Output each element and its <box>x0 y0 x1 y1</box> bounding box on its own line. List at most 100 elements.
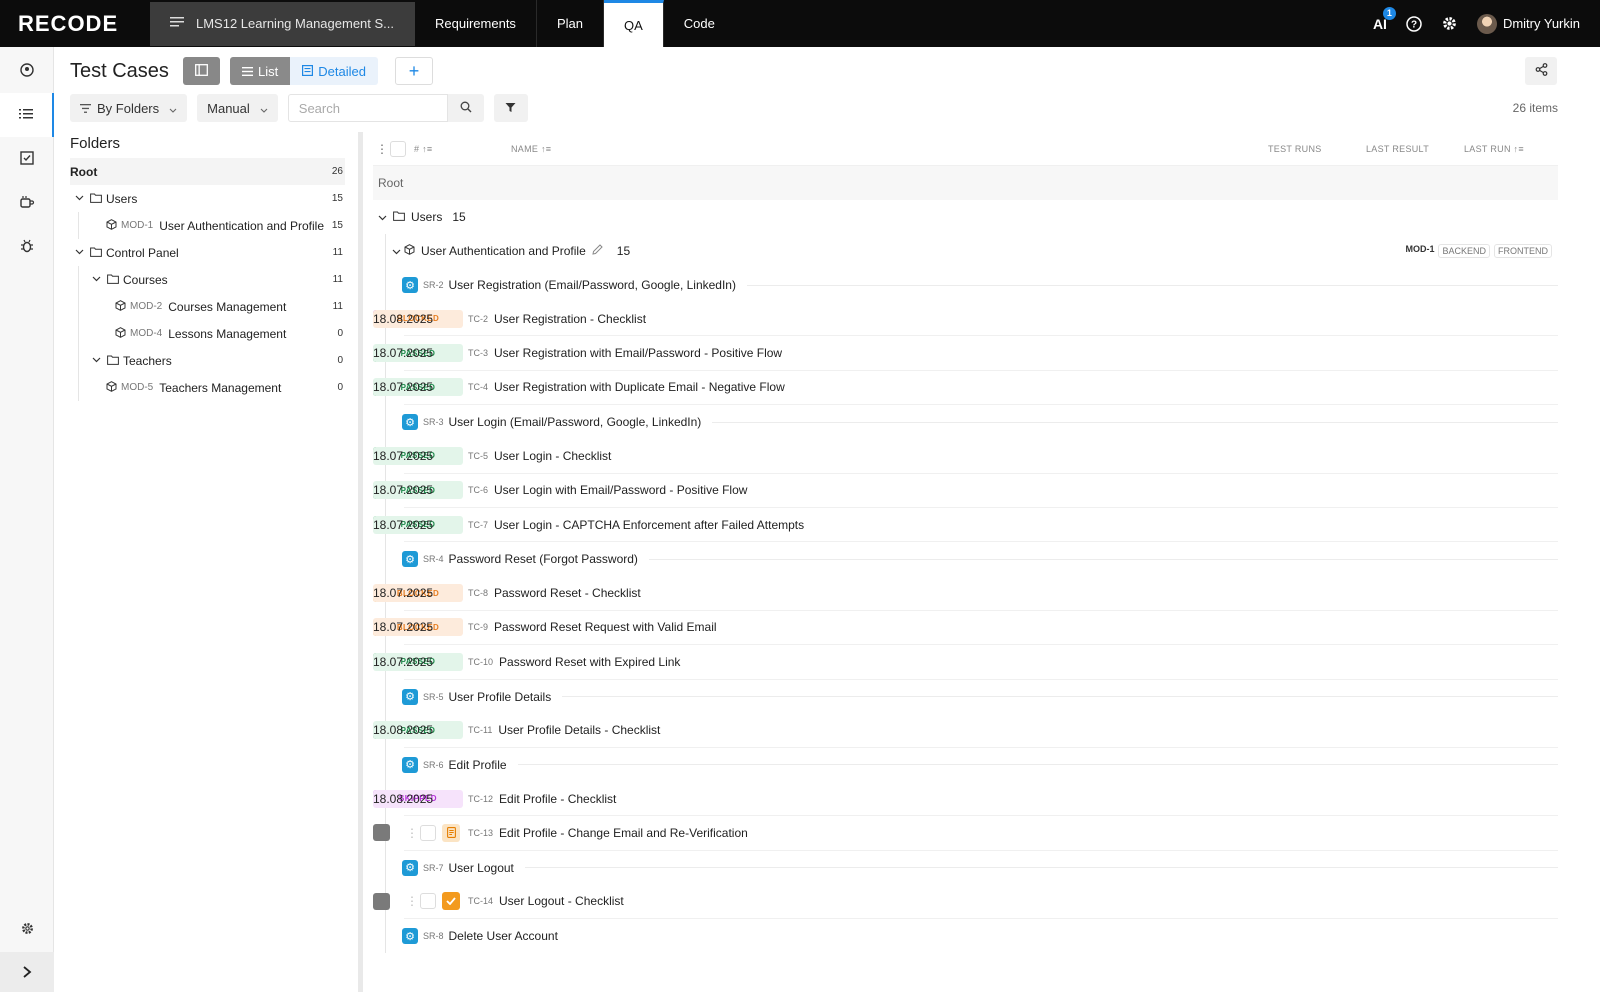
test-case-row[interactable]: ⋮TC-7User Login - CAPTCHA Enforcement af… <box>373 508 1558 543</box>
test-case-name[interactable]: User Login - CAPTCHA Enforcement after F… <box>494 518 804 532</box>
chevron-down-icon[interactable] <box>72 247 86 258</box>
requirement-row[interactable]: ⚙ SR-2 User Registration (Email/Password, … <box>386 268 1558 302</box>
folder-control-panel[interactable]: Control Panel 11 <box>70 239 345 266</box>
test-case-name[interactable]: Password Reset with Expired Link <box>499 655 680 669</box>
divider <box>712 421 1558 423</box>
chevron-down-icon[interactable] <box>89 274 103 285</box>
toggle-folders-panel-button[interactable] <box>183 57 220 85</box>
tab-qa[interactable]: QA <box>603 0 664 47</box>
panel-resize-handle[interactable] <box>358 132 363 992</box>
folder-mod-2[interactable]: MOD-2 Courses Management 11 <box>78 293 345 320</box>
requirement-title: User Profile Details <box>448 689 552 704</box>
requirement-row[interactable]: ⚙ SR-4 Password Reset (Forgot Password) <box>386 542 1558 576</box>
search-input[interactable] <box>287 94 448 122</box>
view-detailed-button[interactable]: Detailed <box>290 57 378 85</box>
column-header-name[interactable]: NAME ↑≡ <box>511 144 551 154</box>
app-logo[interactable]: RECODE <box>0 11 150 37</box>
column-header-number[interactable]: # ↑≡ <box>414 144 432 154</box>
test-case-row[interactable]: ⋮TC-2User Registration - ChecklistBLOCKE… <box>373 302 1558 337</box>
test-case-code: TC-4 <box>468 382 488 393</box>
add-test-case-button[interactable]: + <box>395 57 433 85</box>
filter-button[interactable] <box>493 94 528 122</box>
project-selector[interactable]: LMS12 Learning Management S... <box>150 1 415 46</box>
rail-test-cases[interactable] <box>0 93 54 137</box>
test-case-row[interactable]: ⋮TC-8Password Reset - ChecklistOUTDATEDB… <box>373 576 1558 611</box>
column-menu-icon[interactable]: ⋮ <box>376 142 388 156</box>
row-checkbox[interactable] <box>420 824 436 841</box>
test-case-row[interactable]: ⋮TC-4User Registration with Duplicate Em… <box>373 371 1558 406</box>
test-case-row[interactable]: ⋮TC-9Password Reset Request with Valid E… <box>373 611 1558 646</box>
ai-assistant-button[interactable]: AI 1 <box>1373 6 1396 32</box>
tab-plan[interactable]: Plan <box>537 0 604 47</box>
column-header-last-result[interactable]: LAST RESULT <box>1366 144 1429 154</box>
select-all-checkbox[interactable] <box>390 140 406 157</box>
test-case-name[interactable]: User Registration with Email/Password - … <box>494 346 782 360</box>
type-dropdown[interactable]: Manual <box>197 94 278 122</box>
requirement-row[interactable]: ⚙ SR-7 User Logout <box>386 851 1558 885</box>
requirement-row[interactable]: ⚙ SR-8 Delete User Account <box>386 919 1558 953</box>
view-list-button[interactable]: List <box>230 57 291 85</box>
group-row-users[interactable]: Users 15 <box>373 200 1558 234</box>
test-case-row[interactable]: ⋮TC-12Edit Profile - ChecklistSKIPPED18.… <box>373 782 1558 817</box>
test-case-name[interactable]: User Login with Email/Password - Positiv… <box>494 483 747 497</box>
drag-handle-icon[interactable]: ⋮ <box>406 894 418 908</box>
avatar <box>1476 13 1497 34</box>
row-checkbox[interactable] <box>420 893 436 910</box>
test-case-row[interactable]: ⋮ TC-14 User Logout - Checklist <box>373 885 1558 920</box>
folder-teachers[interactable]: Teachers 0 <box>78 347 345 374</box>
chevron-down-icon[interactable] <box>392 244 401 258</box>
folder-users[interactable]: Users 15 <box>70 185 345 212</box>
help-icon[interactable]: ? <box>1405 15 1423 33</box>
test-case-name[interactable]: User Registration with Duplicate Email -… <box>494 380 785 394</box>
drag-handle-icon[interactable]: ⋮ <box>406 826 418 840</box>
test-case-row[interactable]: ⋮ TC-13 Edit Profile - Change Email and Re… <box>373 816 1558 851</box>
column-header-last-run[interactable]: LAST RUN ↑≡ <box>1464 144 1524 154</box>
chevron-down-icon[interactable] <box>72 193 86 204</box>
chevron-down-icon[interactable] <box>378 210 387 224</box>
test-case-name[interactable]: User Logout - Checklist <box>499 894 624 908</box>
test-case-row[interactable]: ⋮TC-6User Login with Email/Password - Po… <box>373 474 1558 508</box>
share-button[interactable] <box>1525 57 1557 85</box>
folder-courses[interactable]: Courses 11 <box>78 266 345 293</box>
svg-text:?: ? <box>1411 19 1417 30</box>
folder-mod-5[interactable]: MOD-5 Teachers Management 0 <box>78 374 345 401</box>
test-case-name[interactable]: User Profile Details - Checklist <box>498 723 660 737</box>
test-case-name[interactable]: User Registration - Checklist <box>494 312 646 326</box>
divider <box>746 284 1558 286</box>
requirement-row[interactable]: ⚙ SR-6 Edit Profile <box>386 748 1558 782</box>
test-case-name[interactable]: Password Reset - Checklist <box>494 586 641 600</box>
rail-dashboard[interactable] <box>0 49 54 93</box>
test-case-row[interactable]: ⋮TC-10Password Reset with Expired LinkOU… <box>373 645 1558 680</box>
tab-requirements[interactable]: Requirements <box>415 0 537 47</box>
view-detailed-label: Detailed <box>318 63 366 79</box>
test-case-name[interactable]: Edit Profile - Change Email and Re-Verif… <box>499 826 748 840</box>
test-case-row[interactable]: ⋮TC-11User Profile Details - ChecklistOU… <box>373 714 1558 748</box>
test-case-name[interactable]: User Login - Checklist <box>494 449 611 463</box>
group-by-dropdown[interactable]: By Folders <box>70 94 188 122</box>
requirement-row[interactable]: ⚙ SR-5 User Profile Details <box>386 680 1558 714</box>
rail-settings[interactable] <box>0 908 54 952</box>
edit-pencil-icon[interactable] <box>592 244 603 258</box>
test-run-indicator[interactable] <box>373 824 390 842</box>
user-menu[interactable]: Dmitry Yurkin <box>1476 13 1580 34</box>
test-case-name[interactable]: Edit Profile - Checklist <box>499 792 616 806</box>
column-header-test-runs[interactable]: TEST RUNS <box>1268 144 1322 154</box>
folder-mod-4[interactable]: MOD-4 Lessons Management 0 <box>78 320 345 347</box>
search-button[interactable] <box>447 94 484 122</box>
tab-code[interactable]: Code <box>664 0 735 47</box>
module-row[interactable]: User Authentication and Profile 15 MOD-1… <box>385 234 1558 268</box>
expand-sidebar-button[interactable] <box>0 952 54 992</box>
test-case-name[interactable]: Password Reset Request with Valid Email <box>494 620 717 634</box>
header-name-label: NAME <box>511 143 539 154</box>
folder-root[interactable]: Root 26 <box>70 158 345 185</box>
folder-mod-1[interactable]: MOD-1 User Authentication and Profile 15 <box>78 212 345 239</box>
chevron-down-icon[interactable] <box>89 355 103 366</box>
rail-bugs[interactable] <box>0 225 54 269</box>
requirement-row[interactable]: ⚙ SR-3 User Login (Email/Password, Google,… <box>386 405 1558 439</box>
rail-coffee[interactable] <box>0 181 54 225</box>
settings-gear-icon[interactable] <box>1441 15 1459 33</box>
rail-test-runs[interactable] <box>0 137 54 181</box>
test-case-row[interactable]: ⋮TC-5User Login - ChecklistPASSED18.07.2… <box>373 439 1558 474</box>
test-case-row[interactable]: ⋮TC-3User Registration with Email/Passwo… <box>373 336 1558 371</box>
test-run-indicator[interactable] <box>373 892 390 910</box>
